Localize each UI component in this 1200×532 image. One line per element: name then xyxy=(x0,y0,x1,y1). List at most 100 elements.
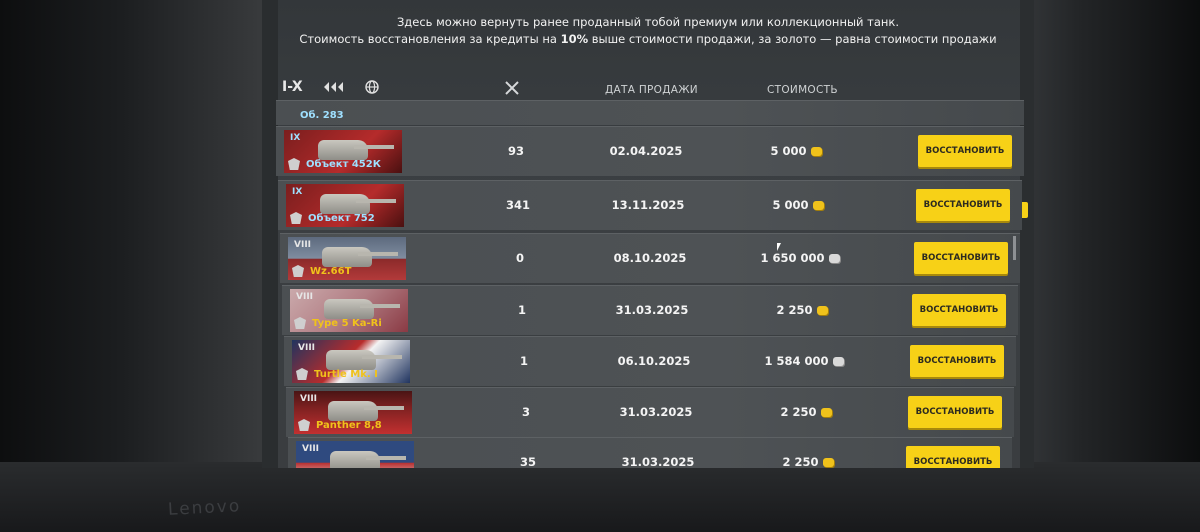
column-cost-header[interactable]: СТОИМОСТЬ xyxy=(767,84,838,96)
tank-thumbnail: VIII Turtle Mk. I xyxy=(292,340,410,383)
tank-gun xyxy=(364,406,404,410)
restore-button[interactable]: ВОССТАНОВИТЬ xyxy=(914,242,1008,274)
gold-icon xyxy=(816,306,828,315)
info-line-2: Стоимость восстановления за кредиты на 1… xyxy=(282,31,1014,48)
tank-tier: VIII xyxy=(296,292,314,302)
restore-cost: 1 584 000 xyxy=(744,337,864,386)
info-line-2-end: выше стоимости продажи, за золото — равн… xyxy=(588,32,997,46)
tank-thumbnail: IX Объект 452К xyxy=(284,130,402,173)
column-date-header[interactable]: ДАТА ПРОДАЖИ xyxy=(605,84,698,96)
battles-count: 0 xyxy=(515,251,524,265)
nation-filter-button[interactable] xyxy=(364,80,379,94)
restore-cost: 2 250 xyxy=(746,388,866,437)
cost-value: 2 250 xyxy=(782,455,819,468)
tank-name: Turtle Mk. I xyxy=(314,369,378,380)
crossed-swords-icon xyxy=(505,81,519,95)
tank-tier: VIII xyxy=(302,444,320,454)
restore-screen: Здесь можно вернуть ранее проданный тобо… xyxy=(262,0,1034,468)
restore-button[interactable]: ВОССТАНОВИТЬ xyxy=(910,345,1004,377)
battles-count: 1 xyxy=(519,354,528,368)
info-text: Здесь можно вернуть ранее проданный тобо… xyxy=(282,14,1014,48)
info-line-1: Здесь можно вернуть ранее проданный тобо… xyxy=(396,15,900,29)
type-filter-button[interactable] xyxy=(323,80,345,94)
tier-filter-button[interactable]: I-X xyxy=(282,79,303,95)
tank-name: Panther 8,8 xyxy=(316,420,382,431)
battles-count: 3 xyxy=(521,405,530,419)
tank-image xyxy=(326,350,376,370)
sale-date: 13.11.2025 xyxy=(611,198,685,212)
sale-date: 31.03.2025 xyxy=(615,303,689,317)
restore-cost: 5 000 xyxy=(738,181,858,230)
table-row[interactable]: VIII 35 31.03.2025 2 250 ВОССТАНОВИТЬ xyxy=(288,437,1012,468)
column-battles-header[interactable] xyxy=(504,80,520,99)
table-row[interactable]: IX Объект 752 341 13.11.2025 5 000 ВОССТАНОВИ… xyxy=(278,180,1022,230)
table-row[interactable]: IX Объект 452К 93 02.04.2025 5 000 ВОССТАНОВИ… xyxy=(276,126,1024,176)
tank-image xyxy=(322,247,372,267)
tank-gun xyxy=(358,252,398,256)
sale-date: 08.10.2025 xyxy=(613,251,687,265)
tank-tier: VIII xyxy=(294,240,312,250)
tank-thumbnail: VIII Wz.66T xyxy=(288,237,406,280)
cost-value: 1 650 000 xyxy=(760,251,825,265)
panel-edge-left xyxy=(262,0,278,468)
globe-icon xyxy=(364,80,379,94)
tank-tier: VIII xyxy=(300,394,318,404)
table-row[interactable]: VIII Turtle Mk. I 1 06.10.2025 1 584 000 ВОСС… xyxy=(284,336,1016,386)
restore-button[interactable]: ВОССТАНОВИТЬ xyxy=(912,294,1006,326)
info-percent: 10% xyxy=(560,32,589,46)
battles-count: 93 xyxy=(507,144,524,158)
tank-gun xyxy=(362,355,402,359)
gold-icon xyxy=(820,408,832,417)
restore-cost: 2 250 xyxy=(748,438,868,468)
tank-thumbnail: VIII Type 5 Ka-Ri xyxy=(290,289,408,332)
restore-button[interactable]: ВОССТАНОВИТЬ xyxy=(908,396,1002,428)
tank-name: Type 5 Ka-Ri xyxy=(312,318,382,329)
info-line-2-start: Стоимость восстановления за кредиты на xyxy=(299,32,561,46)
restore-cost: 2 250 xyxy=(742,286,862,335)
restore-cost: 5 000 xyxy=(736,127,856,176)
cost-value: 2 250 xyxy=(776,303,813,317)
tank-thumbnail: VIII Panther 8,8 xyxy=(294,391,412,434)
table-row[interactable]: VIII Type 5 Ka-Ri 1 31.03.2025 2 250 ВОССТАНО… xyxy=(282,285,1018,335)
gold-icon xyxy=(810,147,822,156)
table-row[interactable]: VIII Wz.66T 0 08.10.2025 1 650 000 ВОССТАНОВИ… xyxy=(280,233,1020,283)
sale-date: 06.10.2025 xyxy=(617,354,691,368)
battles-count: 1 xyxy=(517,303,526,317)
tank-gun xyxy=(354,145,394,149)
restore-button[interactable]: ВОССТАНОВИТЬ xyxy=(906,446,1000,468)
scrollbar[interactable] xyxy=(1013,236,1016,260)
tank-thumbnail: VIII xyxy=(296,441,414,468)
table-row-partial[interactable]: Об. 283 xyxy=(276,100,1024,125)
sale-date: 02.04.2025 xyxy=(609,144,683,158)
monitor-bezel-bottom: Lenovo xyxy=(0,462,1200,532)
tank-tier: IX xyxy=(290,133,301,143)
monitor-bezel-left xyxy=(0,0,270,532)
tank-name: Wz.66T xyxy=(310,266,352,277)
gold-icon xyxy=(822,458,834,467)
tank-image xyxy=(328,401,378,421)
restore-cost: 1 650 000 xyxy=(740,234,860,283)
tank-image xyxy=(320,194,370,214)
cost-value: 5 000 xyxy=(770,144,807,158)
tank-type-icon xyxy=(323,82,343,92)
table-row[interactable]: VIII Panther 8,8 3 31.03.2025 2 250 ВОССТАНОВ… xyxy=(286,387,1014,437)
tank-tier: IX xyxy=(292,187,303,197)
cost-value: 1 584 000 xyxy=(764,354,829,368)
credits-icon xyxy=(832,357,844,366)
filter-bar: I-X xyxy=(282,74,379,100)
cost-value: 5 000 xyxy=(772,198,809,212)
panel-edge-right xyxy=(1020,0,1034,468)
tank-gun xyxy=(356,199,396,203)
gold-icon xyxy=(812,201,824,210)
mouse-cursor xyxy=(777,243,781,251)
brand-logo: Lenovo xyxy=(167,496,242,520)
tank-name: Объект 452К xyxy=(306,159,381,170)
restore-button[interactable]: ВОССТАНОВИТЬ xyxy=(916,189,1010,221)
tier-filter-label: I-X xyxy=(282,79,303,95)
tank-name: Объект 752 xyxy=(308,213,375,224)
tank-thumbnail: IX Объект 752 xyxy=(286,184,404,227)
tank-gun xyxy=(366,456,406,460)
tank-tier: VIII xyxy=(298,343,316,353)
restore-button[interactable]: ВОССТАНОВИТЬ xyxy=(918,135,1012,167)
credits-icon xyxy=(828,254,840,263)
